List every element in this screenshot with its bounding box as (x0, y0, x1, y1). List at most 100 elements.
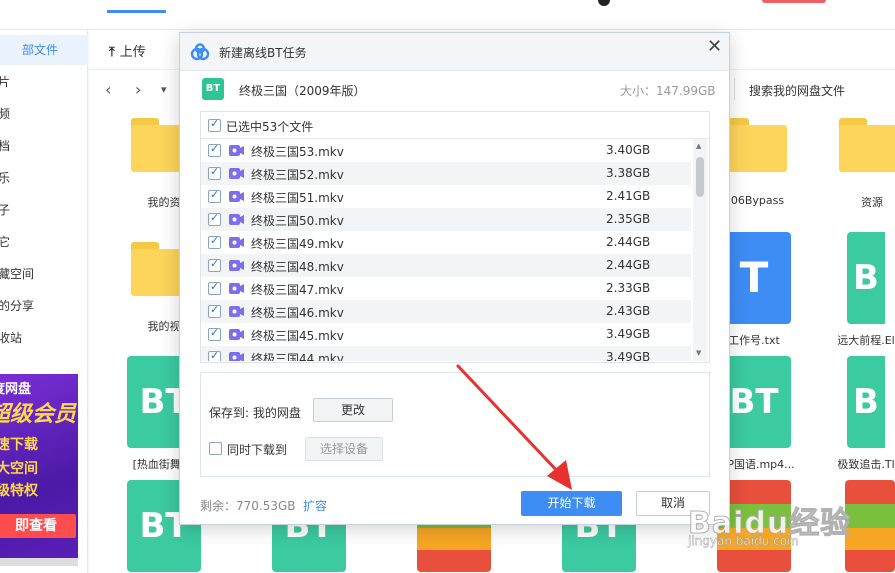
save-location-label: 保存到: 我的网盘 (209, 406, 301, 420)
chevron-down-icon[interactable]: ▾ (161, 83, 167, 96)
video-file-icon (229, 168, 244, 179)
sidebar-item-recycle-bin[interactable]: 收站 (0, 323, 88, 353)
close-icon[interactable]: ✕ (707, 36, 722, 57)
cancel-button[interactable]: 取消 (636, 491, 710, 516)
file-row[interactable]: 终极三国52.mkv 3.38GB (201, 162, 691, 185)
file-row[interactable]: 终极三国44.mkv 3.49GB (201, 346, 691, 361)
back-icon[interactable]: ‹ (105, 80, 111, 99)
save-options: 保存到: 我的网盘 更改 同时下载到 选择设备 (200, 372, 710, 477)
vip-button[interactable] (762, 0, 826, 3)
file-name: 终极三国46.mkv (251, 306, 344, 320)
ad-line: 度网盘 (0, 382, 32, 397)
torrent-info: BT 终极三国（2009年版） 大小：147.99GB (180, 71, 729, 107)
search-input[interactable]: 搜索我的网盘文件 (749, 82, 845, 99)
video-file-icon (229, 214, 244, 225)
upload-button[interactable]: ⤒ 上传 (109, 41, 146, 60)
folder-icon (721, 118, 787, 172)
file-checkbox[interactable] (208, 280, 221, 295)
active-tab-underline (107, 10, 166, 13)
ad-line: 级特权 (0, 483, 38, 499)
file-size: 3.49GB (606, 327, 651, 341)
file-row[interactable]: 终极三国48.mkv 2.44GB (201, 254, 691, 277)
file-checkbox[interactable] (208, 326, 221, 341)
sidebar-item-all-files[interactable]: 部文件 (0, 35, 88, 65)
sidebar-item-videos[interactable]: 频 (0, 99, 88, 129)
sidebar-item-hidden-space[interactable]: 藏空间 (0, 259, 88, 289)
sidebar-item-other[interactable]: 它 (0, 227, 88, 257)
select-all-row: 已选中53个文件 (201, 112, 709, 139)
file-name: 终极三国51.mkv (251, 191, 344, 205)
file-row[interactable]: 终极三国46.mkv 2.43GB (201, 300, 691, 323)
selection-count: 已选中53个文件 (226, 120, 314, 134)
file-size: 2.35GB (606, 212, 651, 226)
sidebar-item-seeds[interactable]: 子 (0, 195, 88, 225)
dialog-title: 新建离线BT任务 (219, 46, 307, 60)
sidebar-item-music[interactable]: 乐 (0, 163, 88, 193)
forward-icon[interactable]: › (135, 80, 141, 99)
file-name: 终极三国48.mkv (251, 260, 344, 274)
file-item[interactable]: B 极致追击.Tl (837, 356, 895, 472)
video-file-icon (229, 260, 244, 271)
vip-ad-banner[interactable]: 度网盘 超级会员 速下载 大空间 级特权 即查看 (0, 374, 78, 562)
archive-file-icon (845, 480, 895, 572)
file-item[interactable] (845, 480, 895, 572)
file-item[interactable]: B 远大前程.El (837, 232, 895, 348)
sidebar-item-my-shares[interactable]: 的分享 (0, 291, 88, 321)
bt-task-dialog: 新建离线BT任务 ✕ BT 终极三国（2009年版） 大小：147.99GB 已… (179, 32, 730, 525)
start-download-button[interactable]: 开始下载 (521, 491, 622, 516)
bt-file-icon: B (847, 232, 885, 324)
bt-file-icon: B (847, 356, 885, 448)
file-row[interactable]: 终极三国50.mkv 2.35GB (201, 208, 691, 231)
expand-storage-link[interactable]: 扩容 (303, 497, 327, 514)
select-all-checkbox[interactable] (208, 117, 221, 132)
scroll-down-icon[interactable]: ▼ (696, 349, 701, 357)
ad-line: 速下载 (0, 437, 38, 453)
torrent-name: 终极三国（2009年版） (239, 84, 366, 98)
ad-cta-button[interactable]: 即查看 (0, 514, 76, 538)
upload-label: 上传 (119, 45, 146, 60)
scroll-up-icon[interactable]: ▲ (696, 142, 701, 150)
file-row[interactable]: 终极三国45.mkv 3.49GB (201, 323, 691, 346)
divider (734, 78, 735, 100)
file-checkbox[interactable] (208, 234, 221, 249)
folder-icon (839, 118, 895, 172)
sidebar-item-documents[interactable]: 档 (0, 131, 88, 161)
file-checkbox[interactable] (208, 211, 221, 226)
file-list: 终极三国53.mkv 3.40GB 终极三国52.mkv 3.38GB 终极三国51.m… (201, 139, 691, 361)
sync-download-checkbox[interactable] (209, 442, 222, 455)
file-checkbox[interactable] (208, 188, 221, 203)
file-size: 2.43GB (606, 304, 651, 318)
video-file-icon (229, 191, 244, 202)
file-name: 极致追击.Tl (837, 458, 895, 471)
file-row[interactable]: 终极三国51.mkv 2.41GB (201, 185, 691, 208)
file-list-scrollbar[interactable]: ▲ ▼ (693, 139, 707, 361)
file-name: 终极三国44.mkv (251, 352, 344, 361)
file-size: 2.44GB (606, 258, 651, 272)
ad-headline: 超级会员 (0, 402, 77, 427)
file-row[interactable]: 终极三国47.mkv 2.33GB (201, 277, 691, 300)
avatar[interactable] (598, 0, 610, 6)
file-checkbox[interactable] (208, 349, 221, 361)
sidebar-item-pictures[interactable]: 片 (0, 67, 88, 97)
ad-line: 大空间 (0, 461, 38, 477)
video-file-icon (229, 237, 244, 248)
file-checkbox[interactable] (208, 257, 221, 272)
video-file-icon (229, 329, 244, 340)
sidebar-scrollbar[interactable] (0, 558, 78, 566)
file-name: 终极三国47.mkv (251, 283, 344, 297)
folder-item[interactable]: 资源 (837, 118, 895, 210)
select-device-button[interactable]: 选择设备 (305, 437, 383, 461)
file-checkbox[interactable] (208, 165, 221, 180)
file-size: 3.38GB (606, 166, 651, 180)
change-location-button[interactable]: 更改 (313, 398, 393, 422)
file-name: 终极三国53.mkv (251, 145, 344, 159)
file-row[interactable]: 终极三国53.mkv 3.40GB (201, 139, 691, 162)
scrollbar-thumb[interactable] (696, 157, 704, 197)
sidebar: 部文件 片 频 档 乐 子 它 藏空间 的分享 收站 度网盘 超级会员 速下载 … (0, 30, 88, 573)
file-checkbox[interactable] (208, 303, 221, 318)
file-name: 资源 (861, 196, 883, 209)
video-file-icon (229, 306, 244, 317)
file-row[interactable]: 终极三国49.mkv 2.44GB (201, 231, 691, 254)
file-checkbox[interactable] (208, 142, 221, 157)
file-size: 3.49GB (606, 350, 651, 361)
